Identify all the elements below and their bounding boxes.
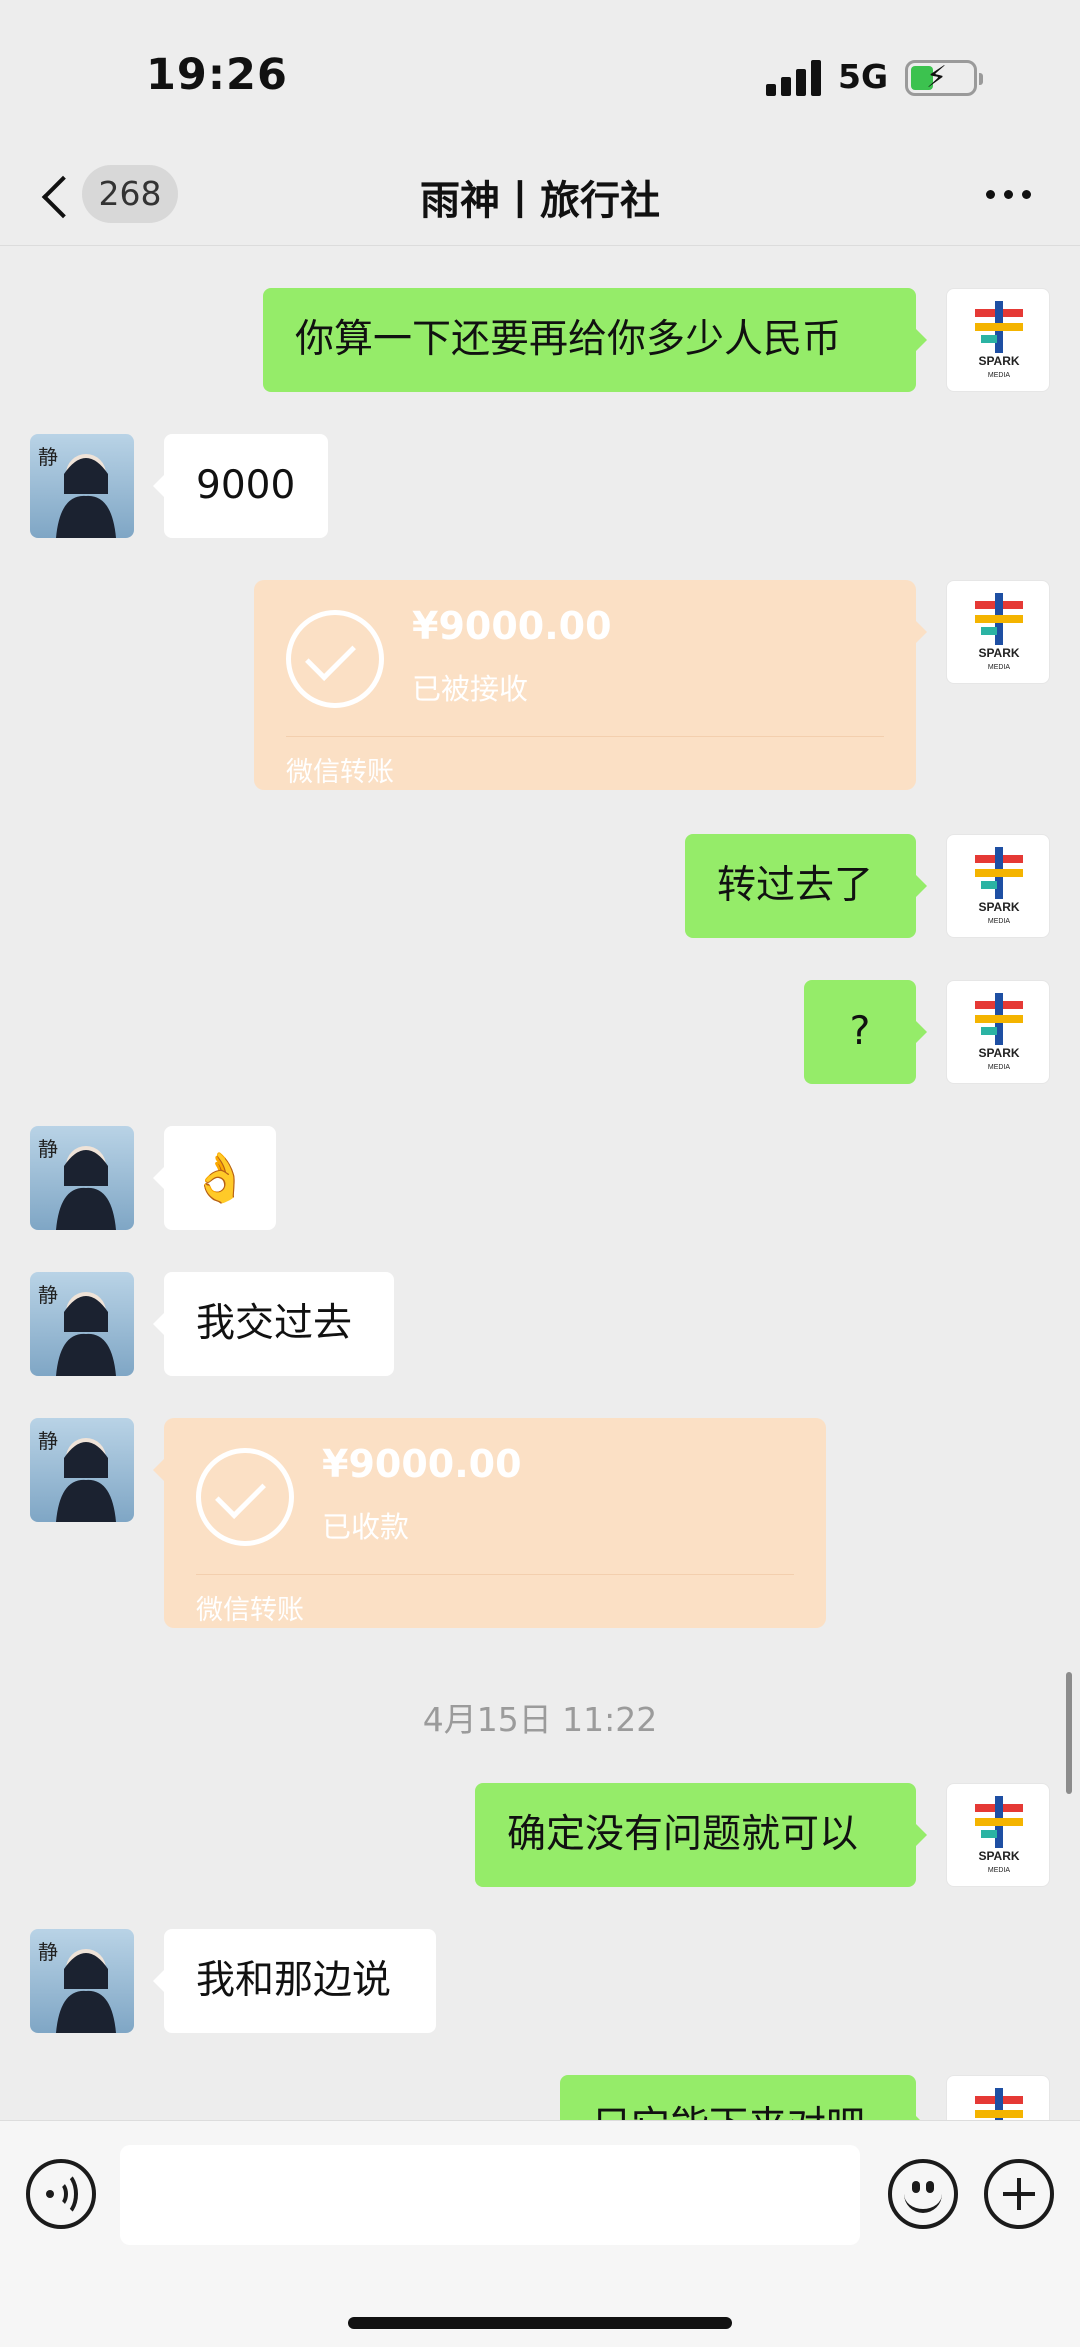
svg-text:SPARK: SPARK (978, 646, 1019, 660)
message-bubble[interactable]: 我交过去 (153, 1272, 394, 1376)
message-bubble[interactable]: 你算一下还要再给你多少人民币 (263, 288, 927, 392)
svg-text:静: 静 (38, 1429, 58, 1453)
svg-text:静: 静 (38, 1283, 58, 1307)
signal-icon (766, 60, 826, 96)
contact-avatar[interactable]: 静 (30, 1418, 134, 1522)
chat-title[interactable]: 雨神丨旅行社 (290, 168, 790, 226)
voice-icon[interactable] (26, 2159, 96, 2229)
transfer-amount: ¥9000.00 (412, 604, 612, 648)
ok-hand-emoji[interactable]: 👌 (153, 1126, 276, 1230)
status-bar: 19:26 5G ⚡ (0, 0, 1080, 150)
message-bubble[interactable]: ? (804, 980, 927, 1084)
home-indicator (348, 2317, 732, 2329)
svg-text:静: 静 (38, 1940, 58, 1964)
battery-charging-icon: ⚡ (905, 60, 983, 96)
contact-avatar[interactable]: 静 (30, 1272, 134, 1376)
svg-text:静: 静 (38, 445, 58, 469)
chat-timestamp: 4月15日 11:22 (422, 1700, 658, 1739)
svg-text:MEDIA: MEDIA (988, 664, 1011, 671)
message-bubble[interactable]: 9000 (153, 434, 328, 538)
my-avatar[interactable]: SPARK MEDIA (946, 980, 1050, 1084)
message-bubble[interactable]: 转过去了 (685, 834, 927, 938)
transfer-amount: ¥9000.00 (322, 1442, 522, 1486)
my-avatar[interactable]: SPARK MEDIA (946, 1783, 1050, 1887)
transfer-card[interactable]: ¥9000.00 已被接收 微信转账 (254, 580, 927, 790)
status-time: 19:26 (146, 50, 288, 100)
svg-text:MEDIA: MEDIA (988, 918, 1011, 925)
transfer-card[interactable]: ¥9000.00 已收款 微信转账 (153, 1418, 826, 1628)
divider (286, 736, 884, 737)
transfer-status: 已收款 (322, 1510, 410, 1544)
svg-text:MEDIA: MEDIA (988, 372, 1011, 379)
transfer-status: 已被接收 (412, 672, 529, 706)
svg-text:MEDIA: MEDIA (988, 1064, 1011, 1071)
chevron-left-icon[interactable] (36, 170, 76, 226)
my-avatar[interactable]: SPARK MEDIA (946, 288, 1050, 392)
check-circle-icon (196, 1448, 294, 1546)
contact-avatar[interactable]: 静 (30, 1126, 134, 1230)
svg-text:MEDIA: MEDIA (988, 1867, 1011, 1874)
emoji-icon[interactable] (888, 2159, 958, 2229)
divider (196, 1574, 794, 1575)
more-dots-icon[interactable] (980, 178, 1040, 208)
svg-text:SPARK: SPARK (978, 900, 1019, 914)
transfer-label: 微信转账 (286, 757, 394, 788)
plus-icon[interactable] (984, 2159, 1054, 2229)
message-input[interactable] (120, 2145, 860, 2245)
network-type: 5G (838, 57, 889, 96)
contact-avatar[interactable]: 静 (30, 434, 134, 538)
my-avatar[interactable]: SPARK MEDIA (946, 580, 1050, 684)
contact-avatar[interactable]: 静 (30, 1929, 134, 2033)
svg-text:静: 静 (38, 1137, 58, 1161)
unread-count-badge[interactable]: 268 (82, 165, 178, 223)
message-bubble[interactable]: 我和那边说 (153, 1929, 436, 2033)
my-avatar[interactable]: SPARK MEDIA (946, 834, 1050, 938)
chat-header: 268 雨神丨旅行社 (0, 150, 1080, 246)
transfer-label: 微信转账 (196, 1595, 304, 1626)
scrollbar[interactable] (1066, 1672, 1072, 1794)
check-circle-icon (286, 610, 384, 708)
message-bubble[interactable]: 确定没有问题就可以 (475, 1783, 927, 1887)
svg-text:SPARK: SPARK (978, 1046, 1019, 1060)
svg-text:SPARK: SPARK (978, 354, 1019, 368)
input-bar (0, 2120, 1080, 2347)
svg-text:SPARK: SPARK (978, 1849, 1019, 1863)
